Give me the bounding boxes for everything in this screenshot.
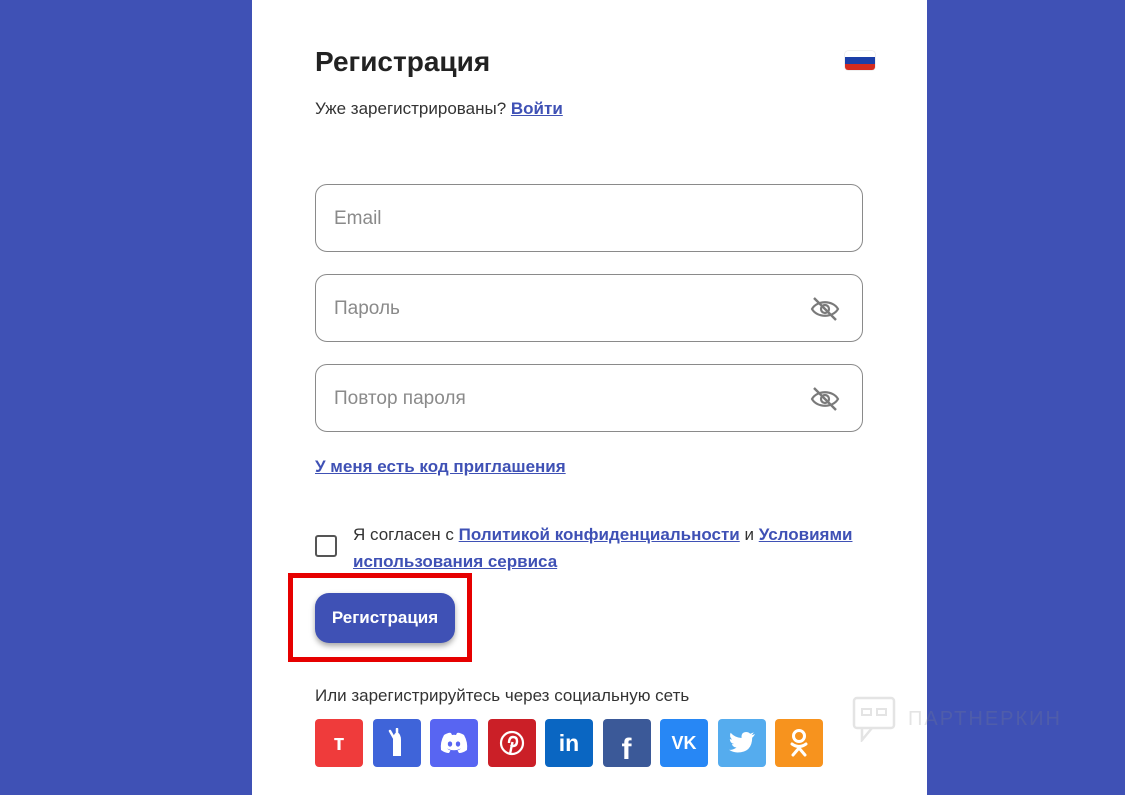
already-registered-line: Уже зарегистрированы? Войти	[315, 99, 563, 119]
agree-text: Я согласен с Политикой конфиденциальност…	[353, 521, 873, 575]
discord-icon	[440, 732, 468, 753]
eye-off-icon[interactable]	[810, 386, 840, 412]
page-title: Регистрация	[315, 46, 491, 77]
already-registered-text: Уже зарегистрированы?	[315, 99, 507, 118]
social-signup-text: Или зарегистрируйтесь через социальную с…	[315, 686, 690, 705]
social-buttons: т in f VK	[315, 719, 823, 767]
linkedin-social-button[interactable]: in	[545, 719, 593, 767]
watermark-logo-icon	[852, 696, 896, 742]
pinterest-social-button[interactable]	[487, 719, 536, 767]
agree-checkbox[interactable]	[315, 535, 337, 557]
rocket-social-button[interactable]	[372, 719, 421, 767]
facebook-icon: f	[621, 733, 632, 766]
facebook-social-button[interactable]: f	[602, 719, 651, 767]
login-link[interactable]: Войти	[511, 99, 563, 118]
password-input[interactable]	[332, 275, 806, 343]
vk-social-button[interactable]: VK	[660, 719, 708, 767]
linkedin-icon: in	[558, 729, 580, 756]
password-field[interactable]	[315, 274, 863, 343]
invite-code-link[interactable]: У меня есть код приглашения	[315, 457, 566, 477]
registration-card: Регистрация Уже зарегистрированы? Войти …	[252, 0, 927, 795]
odnoklassniki-icon	[790, 729, 808, 757]
repeat-password-field[interactable]	[315, 364, 863, 433]
watermark-text: ПАРТНЕРКИН	[908, 707, 1062, 730]
rocket-icon	[388, 728, 401, 756]
agree-and: и	[744, 525, 754, 544]
email-input[interactable]	[332, 185, 806, 253]
register-button[interactable]: Регистрация	[315, 593, 455, 643]
agree-prefix: Я согласен с	[353, 525, 454, 544]
pinterest-icon	[499, 730, 524, 756]
odnoklassniki-social-button[interactable]	[775, 719, 823, 767]
privacy-policy-link[interactable]: Политикой конфиденциальности	[459, 525, 740, 544]
t-icon: т	[333, 730, 345, 755]
russia-flag-icon[interactable]	[845, 51, 875, 70]
email-field[interactable]	[315, 184, 863, 253]
twitter-social-button[interactable]	[717, 719, 766, 767]
watermark: ПАРТНЕРКИН	[852, 696, 1062, 742]
t-social-button[interactable]: т	[315, 719, 363, 767]
repeat-password-input[interactable]	[332, 365, 806, 433]
twitter-icon	[728, 732, 755, 753]
vk-icon: VK	[671, 732, 697, 753]
eye-off-icon[interactable]	[810, 296, 840, 322]
discord-social-button[interactable]	[430, 719, 478, 767]
